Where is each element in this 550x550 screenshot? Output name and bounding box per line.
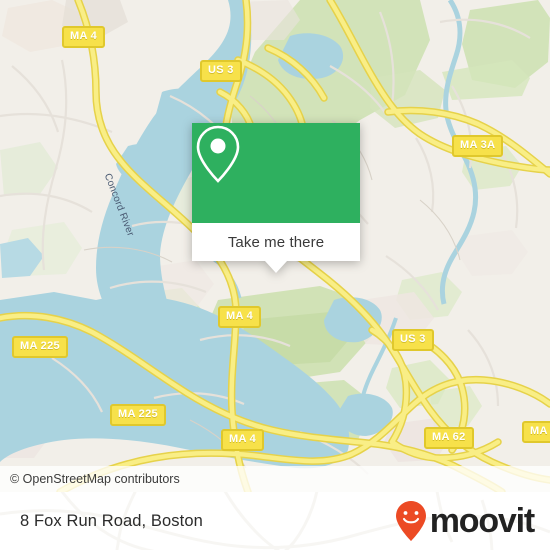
road-shield-ma-62[interactable]: MA 62 xyxy=(424,427,474,449)
map-attribution-bar: © OpenStreetMap contributors xyxy=(0,466,550,492)
road-shield-ma-225-west[interactable]: MA 225 xyxy=(12,336,68,358)
osm-attribution-text[interactable]: © OpenStreetMap contributors xyxy=(10,472,180,486)
road-shield-ma-3a[interactable]: MA 3A xyxy=(452,135,504,157)
moovit-pin-icon xyxy=(395,501,426,541)
take-me-there-label: Take me there xyxy=(227,233,325,251)
road-shield-ma-4-north[interactable]: MA 4 xyxy=(62,26,106,48)
callout-pointer xyxy=(265,261,287,273)
road-shield-us-3-north[interactable]: US 3 xyxy=(200,60,242,82)
road-shield-ma-4-south[interactable]: MA 4 xyxy=(221,429,265,451)
road-shield-ma-4-mid[interactable]: MA 4 xyxy=(218,306,262,328)
map-pin-icon xyxy=(196,125,240,183)
footer-bar: 8 Fox Run Road, Boston moovit xyxy=(0,492,550,550)
moovit-logo[interactable]: moovit xyxy=(394,500,535,542)
moovit-wordmark: moovit xyxy=(429,502,535,540)
address-label: 8 Fox Run Road, Boston xyxy=(20,511,203,530)
location-callout[interactable]: Take me there xyxy=(192,123,360,273)
callout-pin-area xyxy=(192,123,360,223)
map-screen: Concord River MA 4 US 3 MA 3A MA 4 MA 22… xyxy=(0,0,550,550)
map-canvas[interactable]: Concord River MA 4 US 3 MA 3A MA 4 MA 22… xyxy=(0,0,550,492)
road-shield-us-3-south[interactable]: US 3 xyxy=(392,329,434,351)
road-shield-ma-6-edge[interactable]: MA 6 xyxy=(522,421,550,443)
road-shield-ma-225-south[interactable]: MA 225 xyxy=(110,404,166,426)
take-me-there-button[interactable]: Take me there xyxy=(192,223,360,273)
